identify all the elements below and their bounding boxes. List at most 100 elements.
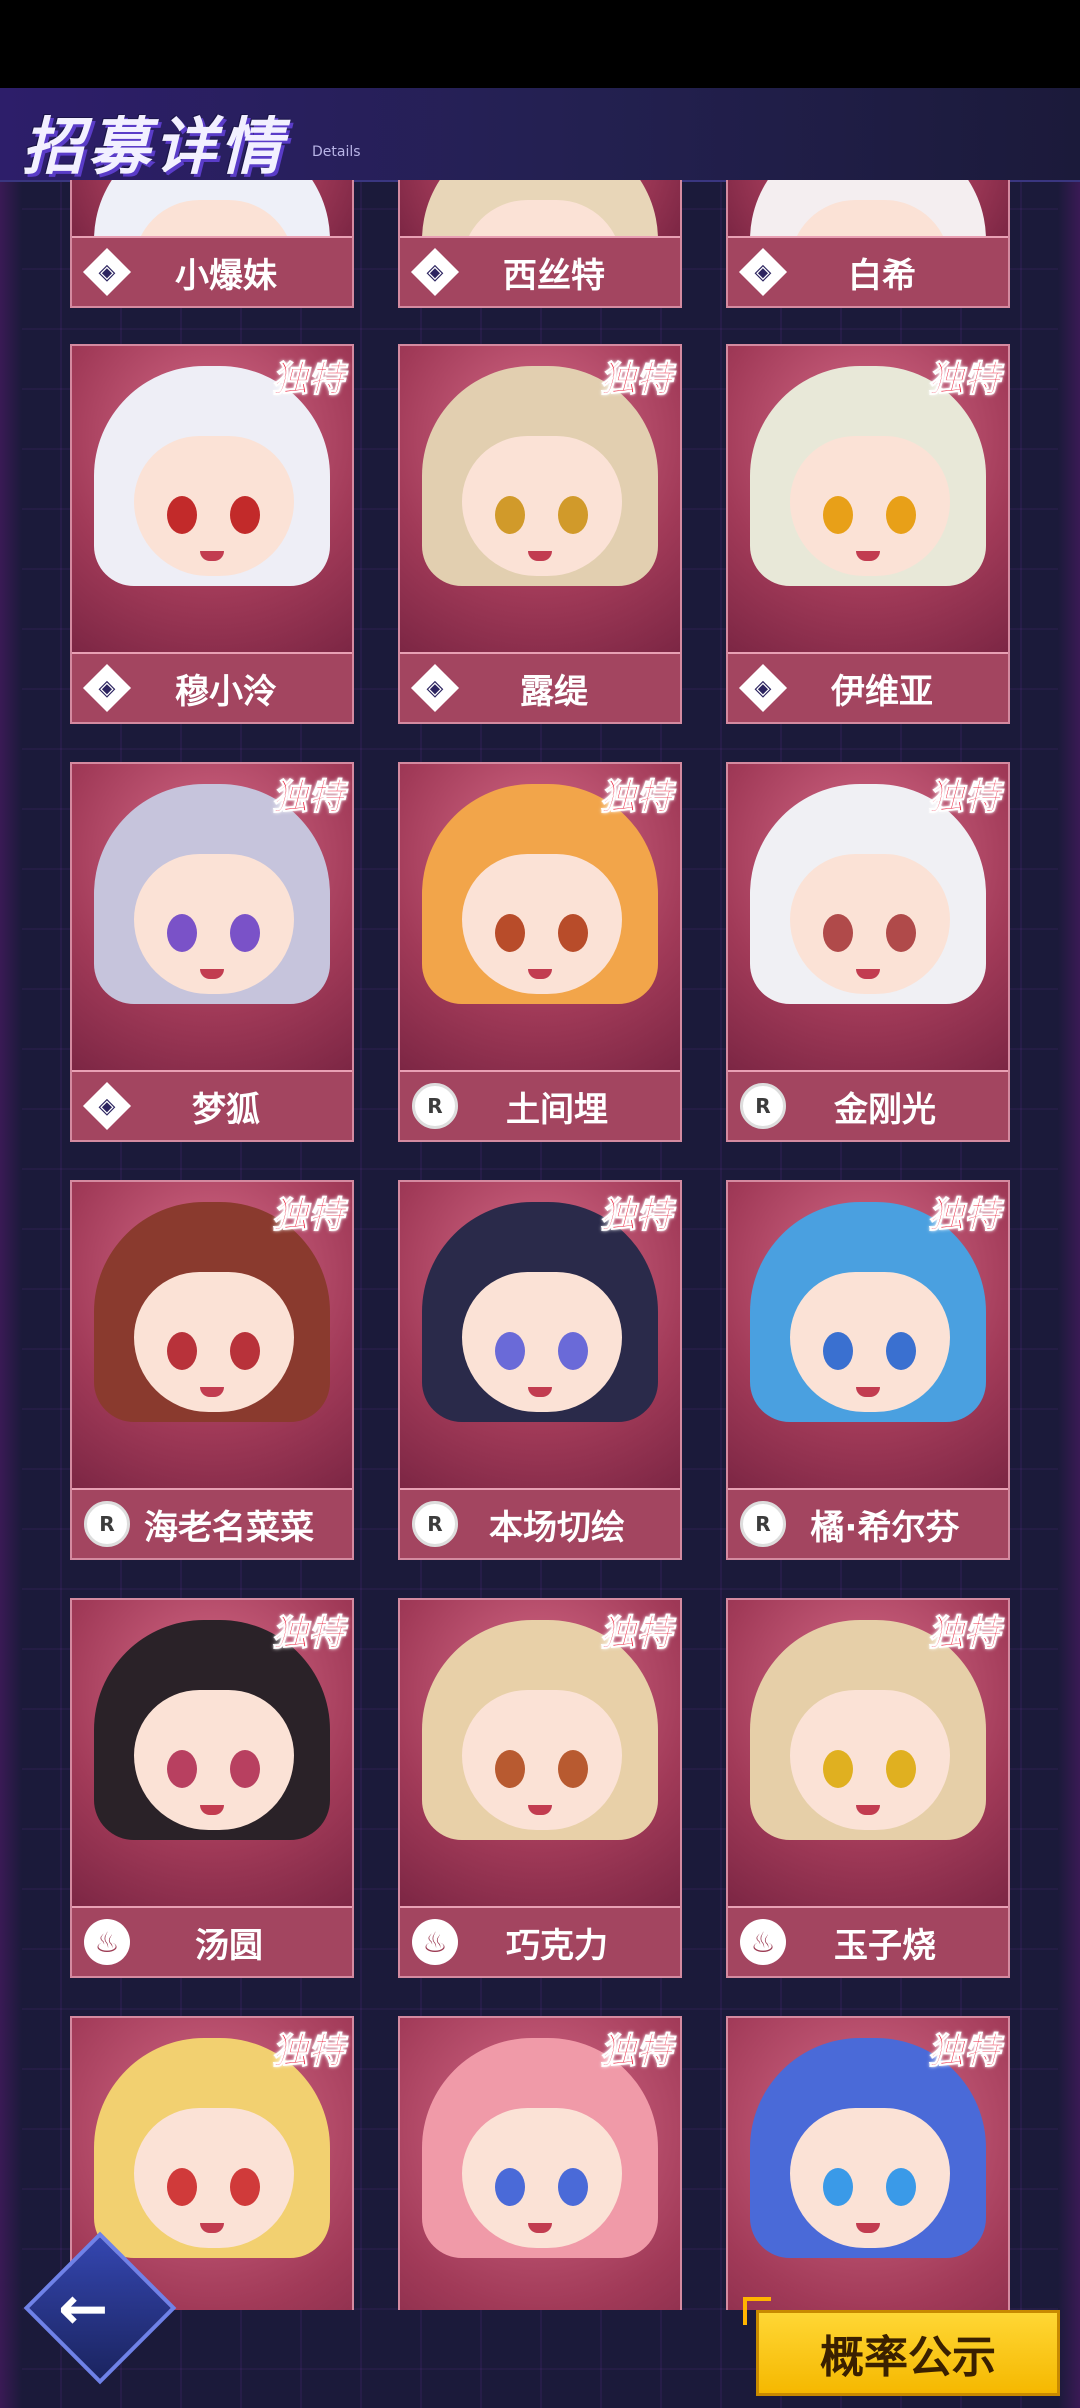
character-name: 橘·希尔芬 (810, 1507, 960, 1548)
bear-r-icon: R (740, 1083, 786, 1129)
character-card[interactable]: 独特 (726, 2016, 1010, 2310)
portrait-eye (558, 914, 588, 952)
character-card[interactable]: ◈ 白希 (726, 180, 1010, 308)
character-card[interactable]: 独特 R 橘·希尔芬 (726, 1180, 1010, 1560)
character-name-bar: ♨ 巧克力 (400, 1906, 680, 1976)
character-name-bar: ◈ 穆小泠 (72, 652, 352, 722)
portrait-eye (495, 1332, 525, 1370)
character-portrait (72, 180, 352, 236)
character-card[interactable]: 独特 ◈ 穆小泠 (70, 344, 354, 724)
unique-badge: 独特 (271, 777, 344, 819)
page-title: 招募详情 (22, 110, 287, 183)
page-subtitle: Details (312, 144, 361, 160)
frame-edge-right (1058, 88, 1080, 2408)
unique-badge: 独特 (599, 1195, 672, 1237)
character-name-bar: ♨ 玉子烧 (728, 1906, 1008, 1976)
portrait-eye (230, 1332, 260, 1370)
unique-badge: 独特 (599, 777, 672, 819)
back-button[interactable]: ← (20, 2228, 180, 2388)
unique-badge: 独特 (599, 1613, 672, 1655)
character-name-bar: R 橘·希尔芬 (728, 1488, 1008, 1558)
character-name: 海老名菜菜 (144, 1507, 314, 1548)
character-name: 白希 (848, 255, 916, 296)
character-name: 本场切绘 (489, 1507, 625, 1548)
character-name: 土间埋 (506, 1089, 608, 1130)
character-name: 梦狐 (192, 1089, 260, 1130)
character-portrait (400, 180, 680, 236)
character-card[interactable]: 独特 R 金刚光 (726, 762, 1010, 1142)
portrait-eye (558, 496, 588, 534)
character-name: 玉子烧 (834, 1925, 936, 1966)
character-name: 汤圆 (195, 1925, 263, 1966)
character-card[interactable]: 独特 ◈ 梦狐 (70, 762, 354, 1142)
frame-edge-left (0, 88, 22, 2408)
character-name-bar: ◈ 西丝特 (400, 236, 680, 306)
character-name-bar: ◈ 小爆妹 (72, 236, 352, 306)
portrait-eye (823, 496, 853, 534)
portrait-eye (823, 1750, 853, 1788)
character-card[interactable]: 独特 ♨ 巧克力 (398, 1598, 682, 1978)
bear-r-icon: R (84, 1501, 130, 1547)
probability-button[interactable]: 概率公示 (743, 2297, 1060, 2396)
flame-icon: ♨ (740, 1919, 786, 1965)
portrait-eye (823, 1332, 853, 1370)
character-portrait (728, 180, 1008, 236)
portrait-eye (558, 2168, 588, 2206)
portrait-eye (230, 1750, 260, 1788)
unique-badge: 独特 (927, 1613, 1000, 1655)
character-name: 西丝特 (503, 255, 605, 296)
character-name-bar: ◈ 露缇 (400, 652, 680, 722)
portrait-eye (886, 1750, 916, 1788)
character-card[interactable]: 独特 ♨ 汤圆 (70, 1598, 354, 1978)
portrait-eye (886, 496, 916, 534)
status-bar (0, 0, 1080, 88)
portrait-eye (823, 914, 853, 952)
portrait-eye (230, 2168, 260, 2206)
character-grid[interactable]: ◈ 小爆妹 ◈ 西丝特 ◈ 白希 独特 ◈ 穆小泠 独特 ◈ 露缇 独特 ◈ 伊维亚 独特 ◈ 梦狐 独特 R 土间埋独… (70, 180, 1010, 2310)
character-card[interactable]: 独特 ◈ 露缇 (398, 344, 682, 724)
character-name-bar: R 金刚光 (728, 1070, 1008, 1140)
character-card[interactable]: 独特 (398, 2016, 682, 2310)
portrait-eye (167, 1332, 197, 1370)
portrait-eye (230, 496, 260, 534)
character-name-bar: ♨ 汤圆 (72, 1906, 352, 1976)
unique-badge: 独特 (927, 777, 1000, 819)
unique-badge: 独特 (599, 359, 672, 401)
character-name-bar: R 土间埋 (400, 1070, 680, 1140)
character-name-bar: ◈ 梦狐 (72, 1070, 352, 1140)
flame-icon: ♨ (412, 1919, 458, 1965)
character-name: 伊维亚 (831, 671, 933, 712)
unique-badge: 独特 (927, 359, 1000, 401)
unique-badge: 独特 (271, 2031, 344, 2073)
character-card[interactable]: 独特 R 海老名菜菜 (70, 1180, 354, 1560)
unique-badge: 独特 (927, 2031, 1000, 2073)
portrait-eye (167, 914, 197, 952)
portrait-eye (558, 1750, 588, 1788)
character-card[interactable]: 独特 ♨ 玉子烧 (726, 1598, 1010, 1978)
portrait-eye (167, 2168, 197, 2206)
character-name: 露缇 (520, 671, 588, 712)
character-card[interactable]: 独特 R 本场切绘 (398, 1180, 682, 1560)
bear-r-icon: R (412, 1501, 458, 1547)
character-card[interactable]: 独特 ◈ 伊维亚 (726, 344, 1010, 724)
bear-r-icon: R (412, 1083, 458, 1129)
portrait-eye (230, 914, 260, 952)
portrait-eye (495, 496, 525, 534)
character-card[interactable]: ◈ 小爆妹 (70, 180, 354, 308)
portrait-eye (823, 2168, 853, 2206)
character-name: 金刚光 (834, 1089, 936, 1130)
unique-badge: 独特 (927, 1195, 1000, 1237)
flame-icon: ♨ (84, 1919, 130, 1965)
character-name: 巧克力 (506, 1925, 608, 1966)
portrait-eye (167, 496, 197, 534)
portrait-eye (495, 2168, 525, 2206)
character-card[interactable]: ◈ 西丝特 (398, 180, 682, 308)
unique-badge: 独特 (271, 1195, 344, 1237)
character-card[interactable]: 独特 R 土间埋 (398, 762, 682, 1142)
unique-badge: 独特 (271, 359, 344, 401)
character-name: 小爆妹 (175, 255, 277, 296)
portrait-eye (167, 1750, 197, 1788)
character-name-bar: R 本场切绘 (400, 1488, 680, 1558)
character-name-bar: ◈ 白希 (728, 236, 1008, 306)
unique-badge: 独特 (271, 1613, 344, 1655)
